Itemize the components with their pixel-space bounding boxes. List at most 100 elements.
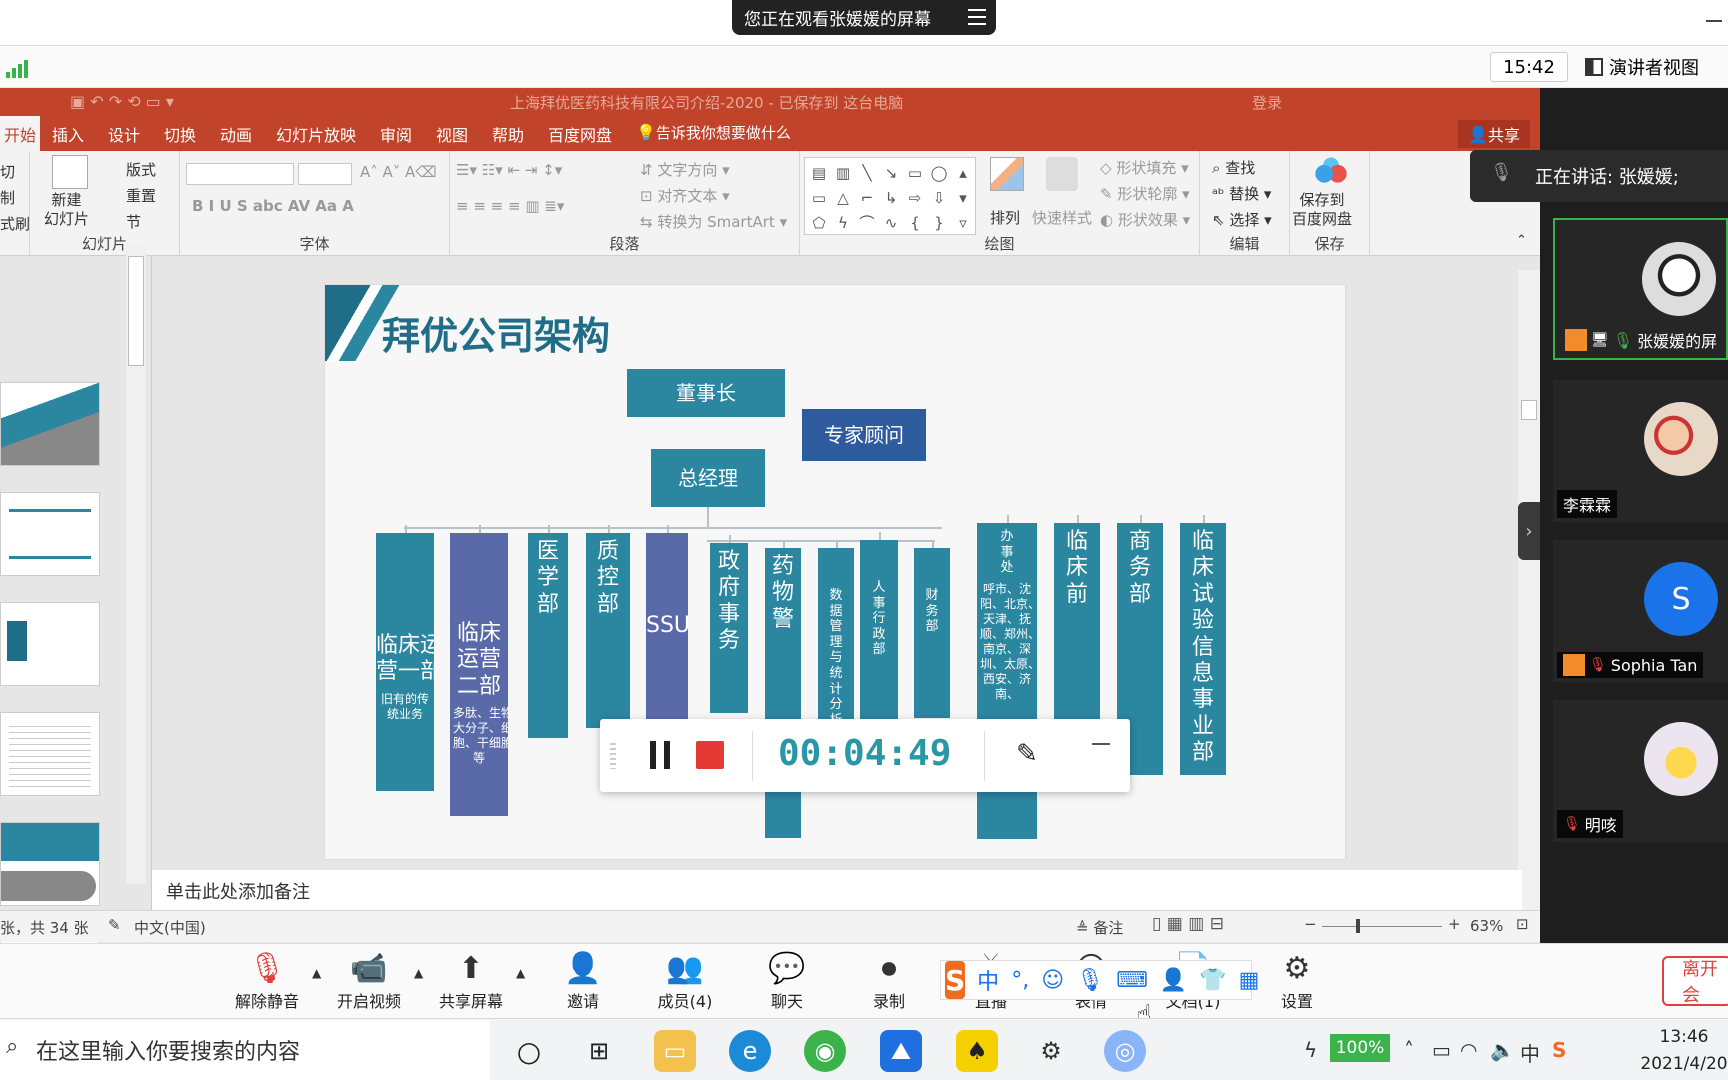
participant-tile[interactable]: 李霖霖 (1553, 380, 1728, 522)
share-banner[interactable]: 您正在观看张媛媛的屏幕 (732, 0, 996, 35)
rect-shape-icon[interactable]: ▭ (903, 160, 927, 185)
layout-button[interactable]: 版式 (126, 159, 156, 180)
scroll-thumb[interactable] (128, 256, 144, 366)
triangle-shape-icon[interactable]: △ (831, 185, 855, 210)
text-direction-button[interactable]: ⇵ 文字方向 ▾ (640, 159, 730, 180)
app-icon[interactable]: ♠ (956, 1030, 998, 1072)
rect2-shape-icon[interactable]: ▭ (807, 185, 831, 210)
tab-design[interactable]: 设计 (108, 122, 140, 146)
tab-insert[interactable]: 插入 (52, 122, 84, 146)
align-text-button[interactable]: ⊡ 对齐文本 ▾ (640, 185, 730, 206)
user-icon[interactable]: 👤 (1160, 968, 1187, 993)
org-department[interactable]: 数 据 管 理 与 统 计 分 析 (818, 548, 854, 733)
org-department[interactable]: 政 府 事 务 (710, 543, 748, 713)
input-lang-indicator[interactable]: 中 (1520, 1038, 1540, 1067)
collapse-ribbon-icon[interactable]: ⌃ (1516, 233, 1527, 248)
participant-tile[interactable]: 🎙 明咳 (1553, 700, 1728, 842)
elbow-arrow-icon[interactable]: ↳ (879, 185, 903, 210)
new-slide-button[interactable]: 新建 幻灯片 (44, 191, 89, 229)
keyboard-icon[interactable]: ⌨ (1116, 968, 1148, 993)
settings-button[interactable]: ⚙ 设置 (1252, 950, 1342, 1012)
org-department[interactable]: 临床 运营 二部 多肽、生物 大分子、细 胞、干细胞 等 (450, 533, 508, 816)
quick-access-icons[interactable]: ▣ ↶ ↷ ⟲ ▭ ▾ (70, 92, 174, 111)
oval-shape-icon[interactable]: ◯ (927, 160, 951, 185)
unmute-button[interactable]: 🎙 解除静音 (222, 950, 312, 1012)
font-style-buttons[interactable]: B I U S abc AV Aa A (192, 197, 354, 215)
battery-status[interactable]: 100% (1330, 1034, 1390, 1062)
audio-options-chevron-icon[interactable]: ▲ (312, 966, 321, 980)
elbow-shape-icon[interactable]: ⌐ (855, 185, 879, 210)
select-button[interactable]: ⇖ 选择 ▾ (1212, 209, 1272, 230)
taskbar-search[interactable]: ⌕ 在这里输入你要搜索的内容 (0, 1020, 490, 1080)
punctuation-icon[interactable]: °, (1011, 968, 1029, 993)
slide-thumbnail[interactable] (0, 492, 100, 576)
shape-effect-button[interactable]: ◐ 形状效果 ▾ (1100, 209, 1190, 230)
slide-thumbnail[interactable] (0, 822, 100, 906)
wifi-icon[interactable]: ◠ (1460, 1038, 1477, 1062)
minimize-icon[interactable] (1706, 20, 1722, 22)
slide-scrollbar[interactable] (1518, 270, 1540, 910)
tell-me-search[interactable]: 💡告诉我你想要做什么 (636, 122, 791, 143)
textbox-shape-icon[interactable]: ▤ (807, 160, 831, 185)
menu-icon[interactable] (968, 9, 986, 25)
slide-thumbnail[interactable] (0, 712, 100, 796)
tab-view[interactable]: 视图 (436, 122, 468, 146)
collapse-gallery-icon[interactable]: › (1518, 502, 1540, 560)
gallery-up-icon[interactable]: ▴ (951, 160, 975, 185)
down-arrow-shape-icon[interactable]: ⇩ (927, 185, 951, 210)
cortana-icon[interactable]: ○ (508, 1030, 550, 1072)
power-icon[interactable]: ϟ (1304, 1038, 1317, 1062)
drag-handle[interactable] (610, 743, 616, 769)
org-department[interactable]: SSU (646, 533, 688, 723)
tencent-meeting-icon[interactable]: ⛰ (880, 1030, 922, 1072)
skin-icon[interactable]: 👕 (1199, 968, 1226, 993)
smartart-button[interactable]: ⇆ 转换为 SmartArt ▾ (640, 211, 787, 232)
record-button[interactable]: ⏺ 录制 (844, 950, 934, 1012)
shapes-gallery[interactable]: ▤ ▥ ╲ ↘ ▭ ◯ ▴ ▭ △ ⌐ ↳ ⇨ ⇩ ▾ ⬠ ϟ ⌒ ∿{} ▿ (804, 157, 976, 235)
tab-animations[interactable]: 动画 (220, 122, 252, 146)
share-options-chevron-icon[interactable]: ▲ (516, 966, 525, 980)
spellcheck-icon[interactable]: ✎ (108, 916, 121, 934)
org-advisor[interactable]: 专家顾问 (802, 409, 926, 461)
participant-tile[interactable]: 🖥 🎙 张媛媛的屏 (1553, 218, 1728, 360)
taskbar-clock[interactable]: 13:46 2021/4/20 (1640, 1024, 1728, 1078)
language-status[interactable]: 中文(中国) (134, 917, 206, 938)
start-video-button[interactable]: 📹 开启视频 (324, 950, 414, 1012)
replace-button[interactable]: ᵃᵇ 替换 ▾ (1212, 183, 1271, 204)
gallery-more-icon[interactable]: ▿ (951, 210, 975, 235)
toolbox-icon[interactable]: ▦ (1239, 968, 1260, 993)
tab-transitions[interactable]: 切换 (164, 122, 196, 146)
task-view-icon[interactable]: ⊞ (578, 1030, 620, 1072)
fit-slide-icon[interactable]: ⊡ (1516, 915, 1529, 933)
org-department[interactable]: 财 务 部 (914, 548, 950, 718)
org-department[interactable]: 医 学 部 (528, 533, 568, 738)
video-options-chevron-icon[interactable]: ▲ (414, 966, 423, 980)
shape-outline-button[interactable]: ✎ 形状轮廓 ▾ (1100, 183, 1190, 204)
minimize-recorder-icon[interactable] (1092, 743, 1110, 745)
right-arrow-shape-icon[interactable]: ⇨ (903, 185, 927, 210)
shape-icon[interactable]: ⬠ (807, 210, 831, 235)
org-department[interactable]: 人 事 行 政 部 (860, 540, 898, 725)
section-button[interactable]: 节 (126, 211, 141, 232)
quick-style-button[interactable]: 快速样式 (1032, 207, 1092, 228)
volume-icon[interactable]: 🔈 (1490, 1038, 1515, 1062)
arrow-line-icon[interactable]: ↘ (879, 160, 903, 185)
font-size-input[interactable] (298, 163, 352, 185)
settings-app-icon[interactable]: ⚙ (1030, 1030, 1072, 1072)
media-app-icon[interactable]: ◎ (1104, 1030, 1146, 1072)
tab-baidu[interactable]: 百度网盘 (548, 122, 612, 146)
chat-button[interactable]: 💬 聊天 (742, 950, 832, 1012)
emoji-icon[interactable]: ☺ (1041, 968, 1064, 993)
tray-chevron-icon[interactable]: ˄ (1404, 1038, 1414, 1062)
gallery-down-icon[interactable]: ▾ (951, 185, 975, 210)
save-baidu-button[interactable]: 保存到 百度网盘 (1292, 191, 1352, 229)
battery-icon[interactable]: ▭ (1432, 1038, 1451, 1062)
arrange-button[interactable]: 排列 (990, 207, 1020, 228)
align-buttons[interactable]: ≡ ≡ ≡ ≡ ▥ ≣▾ (456, 197, 564, 215)
zoom-slider[interactable] (1322, 919, 1442, 933)
brace-left-icon[interactable]: { (903, 210, 927, 235)
shape-fill-button[interactable]: ◇ 形状填充 ▾ (1100, 157, 1189, 178)
signal-icon[interactable] (6, 60, 28, 78)
pen-icon[interactable]: ✎ (1016, 739, 1038, 769)
font-size-buttons[interactable]: A˄ A˅ A⌫ (360, 163, 437, 181)
